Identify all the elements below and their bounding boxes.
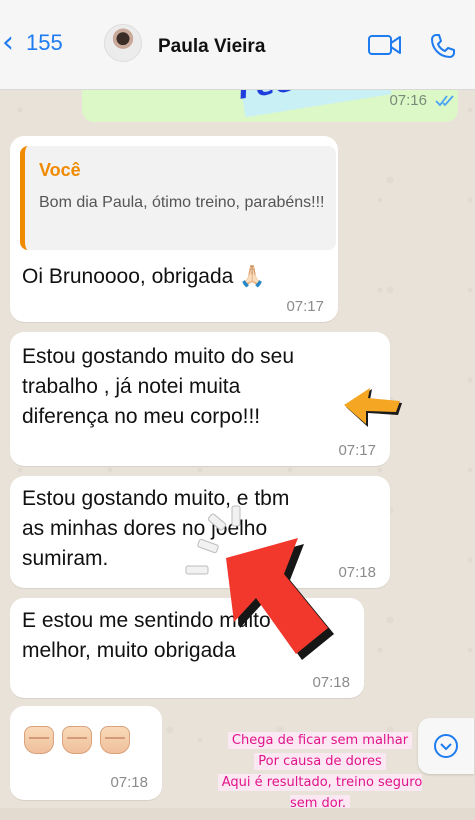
message-time: 07:17 xyxy=(286,298,324,315)
red-arrow-icon xyxy=(185,505,334,660)
orange-arrow-icon xyxy=(344,388,402,427)
message-line: Estou gostando muito do seu xyxy=(22,345,295,368)
contact-avatar[interactable] xyxy=(104,24,142,62)
message-line: sumiram. xyxy=(22,547,109,570)
quoted-message[interactable]: Você Bom dia Paula, ótimo treino, parabé… xyxy=(20,146,336,250)
chevron-left-icon: ‹ xyxy=(2,25,14,60)
scroll-down-button[interactable] xyxy=(418,718,474,774)
quote-author: Você xyxy=(39,160,81,180)
quote-text: Bom dia Paula, ótimo treino, parabéns!!! xyxy=(39,194,325,211)
fist-emoji-row xyxy=(24,726,138,754)
caption-line: Por causa de dores xyxy=(254,753,386,770)
caption-line: Chega de ficar sem malhar xyxy=(227,732,413,749)
scroll-down-icon xyxy=(434,734,458,758)
message-time: 07:17 xyxy=(338,442,376,459)
message-line: trabalho , já notei muita xyxy=(22,375,241,398)
incoming-message-bubble[interactable]: Estou gostando muito do seu trabalho , j… xyxy=(10,332,390,466)
incoming-message-bubble[interactable]: 07:18 xyxy=(10,706,162,800)
bottom-strip xyxy=(0,808,475,820)
message-text: Oi Brunoooo, obrigada 🙏🏻 xyxy=(22,265,266,288)
fist-icon xyxy=(62,726,92,754)
fist-icon xyxy=(24,726,54,754)
unread-count: 155 xyxy=(26,30,63,55)
message-time: 07:18 xyxy=(110,774,148,791)
caption-line: Aqui é resultado, treino seguro sem dor. xyxy=(217,774,423,812)
incoming-message-bubble[interactable]: Você Bom dia Paula, ótimo treino, parabé… xyxy=(10,136,338,322)
chat-screen: 07:16 Feedback ‹ 155 Paula Vieira xyxy=(0,0,475,820)
phone-icon[interactable] xyxy=(430,33,456,64)
double-check-icon xyxy=(435,94,457,113)
chat-header: ‹ 155 Paula Vieira xyxy=(0,0,475,90)
fist-icon xyxy=(100,726,130,754)
back-button[interactable]: ‹ 155 xyxy=(2,25,63,60)
video-call-icon[interactable] xyxy=(368,33,402,62)
message-line: diferença no meu corpo!!! xyxy=(22,405,261,428)
message-time: 07:18 xyxy=(312,674,350,691)
outgoing-message-time: 07:16 xyxy=(389,92,427,109)
overlay-caption: Chega de ficar sem malhar Por causa de d… xyxy=(205,730,435,814)
contact-name[interactable]: Paula Vieira xyxy=(158,36,265,58)
